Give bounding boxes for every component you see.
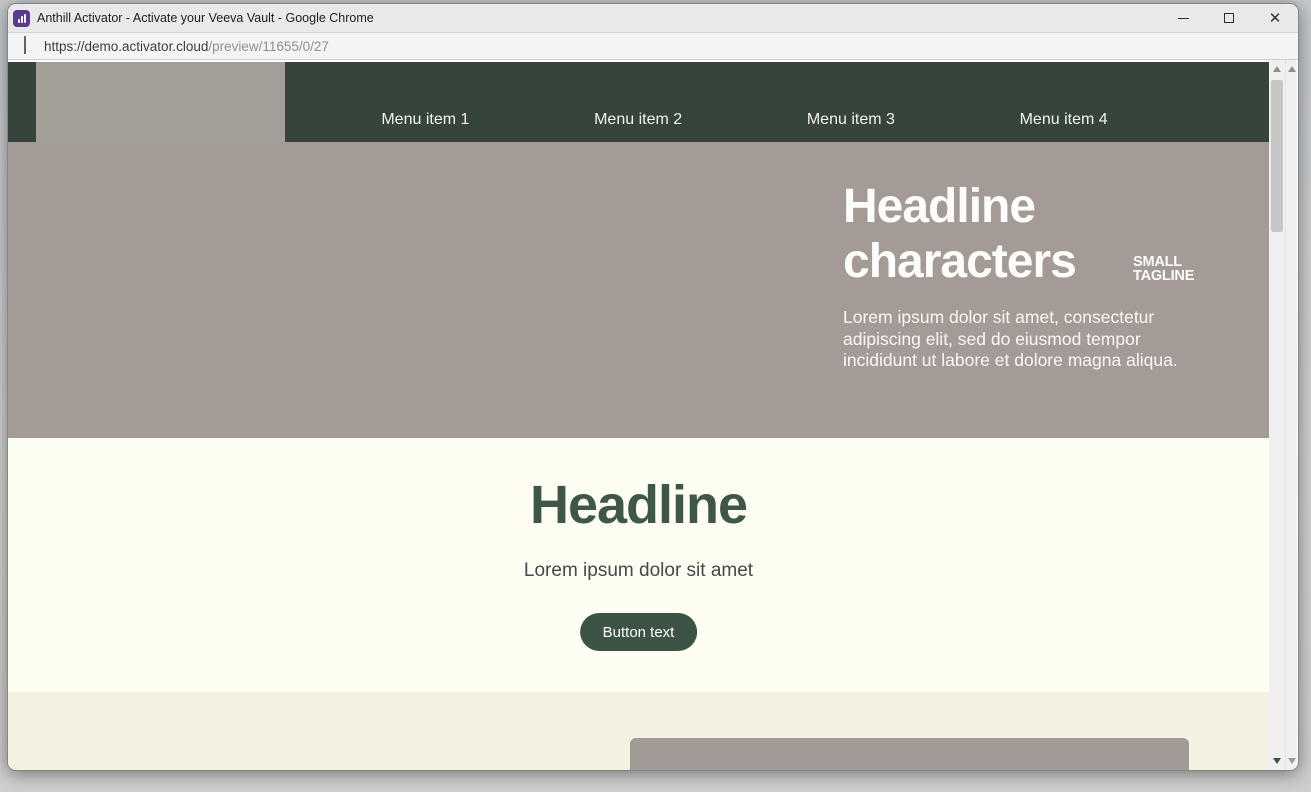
cta-button[interactable]: Button text — [580, 613, 698, 651]
outer-scroll-down-icon[interactable] — [1288, 758, 1296, 764]
scroll-down-icon[interactable] — [1273, 758, 1281, 764]
window-titlebar: Anthill Activator - Activate your Veeva … — [8, 4, 1298, 33]
maximize-icon — [1224, 13, 1234, 23]
window-controls: ✕ — [1160, 4, 1298, 32]
maximize-button[interactable] — [1206, 4, 1252, 32]
hero-tagline: SMALL TAGLINE — [1133, 256, 1194, 283]
browser-window: Anthill Activator - Activate your Veeva … — [7, 3, 1299, 771]
close-icon: ✕ — [1269, 11, 1282, 26]
close-button[interactable]: ✕ — [1252, 4, 1298, 32]
bar-chart-icon — [13, 10, 30, 27]
image-placeholder — [630, 738, 1189, 770]
scrollbar-thumb[interactable] — [1271, 80, 1283, 232]
nav-menu: Menu item 1 Menu item 2 Menu item 3 Menu… — [319, 105, 1170, 135]
site-navbar: Menu item 1 Menu item 2 Menu item 3 Menu… — [8, 62, 1269, 142]
section-subtitle: Lorem ipsum dolor sit amet — [8, 560, 1269, 582]
url-domain: https://demo.activator.cloud — [44, 39, 208, 54]
scroll-up-icon[interactable] — [1273, 66, 1281, 72]
hero-paragraph: Lorem ipsum dolor sit amet, consectetur … — [843, 307, 1195, 372]
page-viewport: Menu item 1 Menu item 2 Menu item 3 Menu… — [8, 60, 1298, 770]
address-bar[interactable]: https://demo.activator.cloud/preview/116… — [8, 33, 1298, 60]
menu-item-3[interactable]: Menu item 3 — [745, 105, 958, 135]
page-content: Menu item 1 Menu item 2 Menu item 3 Menu… — [8, 60, 1269, 770]
minimize-icon — [1178, 18, 1189, 19]
lower-section — [8, 692, 1269, 770]
url-text[interactable]: https://demo.activator.cloud/preview/116… — [44, 39, 329, 54]
menu-item-2[interactable]: Menu item 2 — [532, 105, 745, 135]
menu-item-4[interactable]: Menu item 4 — [957, 105, 1170, 135]
outer-scroll-up-icon[interactable] — [1288, 66, 1296, 72]
hero-headline: Headline characters — [843, 179, 1153, 289]
main-section: Headline Lorem ipsum dolor sit amet Butt… — [8, 438, 1269, 692]
window-title: Anthill Activator - Activate your Veeva … — [37, 11, 374, 25]
section-headline: Headline — [8, 474, 1269, 536]
logo-placeholder[interactable] — [36, 62, 285, 142]
inner-scrollbar[interactable] — [1269, 60, 1285, 770]
menu-item-1[interactable]: Menu item 1 — [319, 105, 532, 135]
hero-tagline-line2: TAGLINE — [1133, 270, 1194, 284]
lock-icon[interactable] — [24, 37, 36, 55]
hero-section: Headline characters SMALL TAGLINE Lorem … — [8, 142, 1269, 438]
minimize-button[interactable] — [1160, 4, 1206, 32]
outer-scrollbar[interactable] — [1285, 60, 1297, 770]
url-path: /preview/11655/0/27 — [208, 39, 329, 54]
